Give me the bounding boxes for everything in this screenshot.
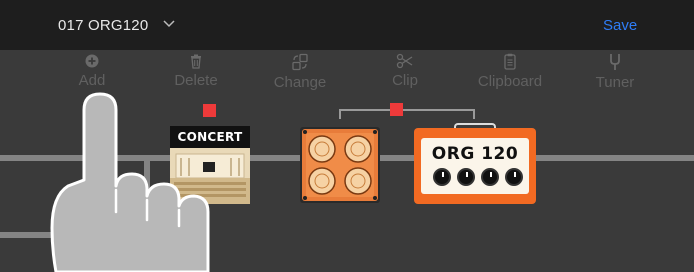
cabinet-block[interactable] <box>300 127 380 203</box>
amp-title: ORG 120 <box>431 144 519 164</box>
swap-icon <box>292 53 308 71</box>
amp-knob <box>433 168 451 186</box>
signal-wire-lower <box>0 232 150 238</box>
trash-icon <box>191 54 201 69</box>
clip-label: Clip <box>392 72 418 89</box>
group-select-marker[interactable] <box>390 103 403 116</box>
tuning-fork-icon <box>610 54 620 70</box>
concert-hall-stage-icon <box>170 148 250 204</box>
amp-panel: ORG 120 <box>421 138 529 194</box>
add-button[interactable]: Add <box>47 53 137 89</box>
concert-hall-block[interactable]: CONCERT HALL <box>170 126 250 204</box>
scissors-icon <box>396 53 413 69</box>
amp-knob <box>457 168 475 186</box>
clip-button[interactable]: Clip <box>360 53 450 89</box>
clipboard-label: Clipboard <box>477 73 543 90</box>
clipboard-button[interactable]: Clipboard <box>465 53 555 90</box>
speaker-grille-icon <box>302 129 378 201</box>
block-title: CONCERT HALL <box>170 126 250 166</box>
signal-wire-vertical <box>144 155 150 238</box>
header-bar: 017 ORG120 Save <box>0 0 694 50</box>
save-button[interactable]: Save <box>603 17 637 34</box>
change-button[interactable]: Change <box>255 53 345 91</box>
change-label: Change <box>273 74 327 91</box>
reverb-select-marker[interactable] <box>203 104 216 117</box>
amp-block[interactable]: ORG 120 <box>414 128 536 204</box>
clipboard-icon <box>504 53 516 70</box>
amp-knob <box>505 168 523 186</box>
tuner-label: Tuner <box>595 74 635 91</box>
delete-button[interactable]: Delete <box>151 53 241 89</box>
amp-knob <box>481 168 499 186</box>
delete-label: Delete <box>174 72 218 89</box>
plus-circle-icon <box>85 54 99 68</box>
chevron-down-icon[interactable] <box>163 19 175 29</box>
add-label: Add <box>78 72 106 89</box>
tuner-button[interactable]: Tuner <box>570 53 660 91</box>
toolbar: Add Delete Change Clip Clipboard Tuner <box>0 50 694 102</box>
preset-name[interactable]: 017 ORG120 <box>58 17 148 34</box>
group-bracket <box>339 109 475 119</box>
